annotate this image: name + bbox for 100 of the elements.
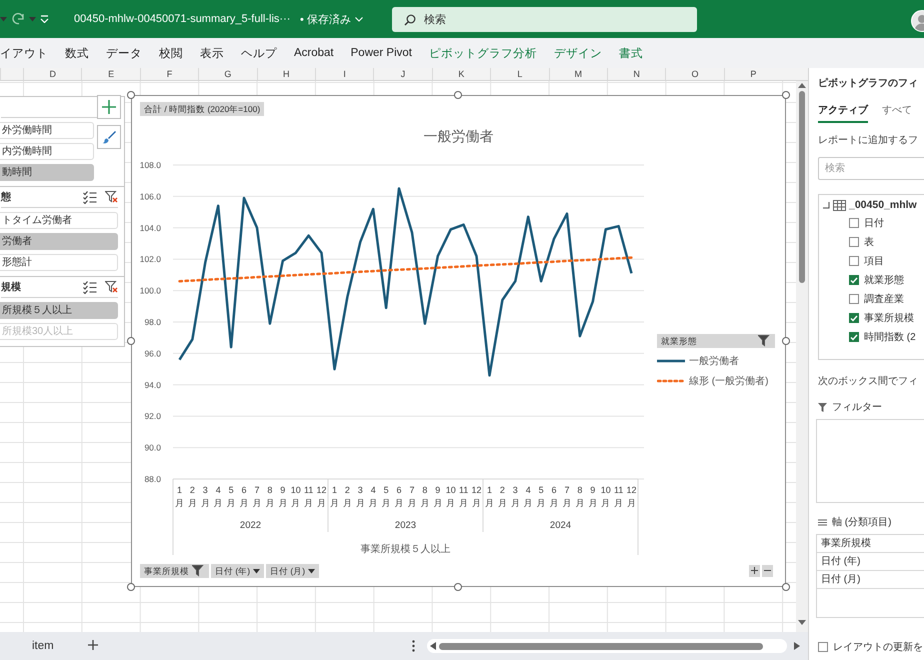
resize-handle[interactable]: [782, 91, 790, 99]
column-header[interactable]: I: [314, 68, 374, 80]
table-name[interactable]: _00450_mhlw: [849, 199, 917, 211]
legend-field-button[interactable]: 就業形態: [657, 334, 775, 348]
ribbon-tab[interactable]: ピボットグラフ分析: [429, 46, 537, 60]
column-header[interactable]: L: [490, 68, 549, 80]
slicer-item[interactable]: 労働者: [0, 233, 118, 250]
multi-select-icon[interactable]: [83, 280, 97, 294]
scroll-down-icon[interactable]: [798, 620, 806, 626]
ribbon-tab[interactable]: 校閲: [159, 46, 183, 60]
slicer-item[interactable]: 所規模５人以上: [0, 302, 118, 319]
x-axis-label: 2月: [342, 484, 353, 510]
vertical-scrollbar[interactable]: [799, 91, 805, 283]
ribbon-tab[interactable]: 書式: [619, 46, 643, 60]
ribbon-tab[interactable]: イアウト: [0, 46, 48, 60]
area-field[interactable]: 日付 (年): [817, 553, 924, 571]
caret-icon: [29, 16, 36, 22]
field-checkbox[interactable]: [849, 237, 859, 247]
plus-icon: [102, 100, 116, 114]
resize-handle[interactable]: [782, 337, 790, 345]
scroll-left-icon[interactable]: [430, 642, 436, 650]
year-label: 2022: [238, 520, 262, 531]
resize-handle[interactable]: [127, 91, 135, 99]
area-field[interactable]: 事業所規模: [817, 535, 924, 553]
slicer-item[interactable]: 外労働時間: [0, 122, 94, 139]
clear-filter-icon[interactable]: [105, 191, 118, 203]
axis-field-button[interactable]: 日付 (月): [266, 564, 320, 578]
ribbon-tab[interactable]: Power Pivot: [350, 47, 412, 59]
drop-area[interactable]: 事業所規模 日付 (年) 日付 (月): [816, 534, 924, 618]
x-axis-label: 9月: [587, 484, 598, 510]
slicer-item[interactable]: 内労働時間: [0, 143, 94, 160]
search-field[interactable]: 検索: [392, 7, 697, 32]
column-header[interactable]: M: [548, 68, 607, 80]
field-checkbox[interactable]: [849, 218, 859, 228]
drag-prompt: 次のボックス間でフィ: [818, 375, 919, 388]
column-header[interactable]: O: [665, 68, 724, 80]
chart-styles-button[interactable]: [97, 125, 121, 149]
search-icon: [404, 14, 416, 26]
pane-tab[interactable]: すべて: [882, 102, 912, 123]
ribbon-tab[interactable]: 表示: [200, 46, 224, 60]
sheet-tab[interactable]: item: [24, 636, 62, 656]
field-checkbox[interactable]: [849, 294, 859, 304]
axis-field-button[interactable]: 事業所規模: [140, 564, 209, 578]
field-label[interactable]: 時間指数 (2: [864, 330, 916, 344]
column-header[interactable]: P: [724, 68, 782, 80]
resize-handle[interactable]: [454, 583, 462, 591]
clear-filter-icon[interactable]: [105, 281, 118, 293]
slicer-item[interactable]: 動時間: [0, 164, 94, 181]
scroll-right-icon[interactable]: [794, 642, 800, 650]
ribbon-tab[interactable]: Acrobat: [294, 47, 334, 59]
resize-handle[interactable]: [782, 583, 790, 591]
pivot-chart[interactable]: [127, 91, 790, 591]
collapse-button[interactable]: [762, 565, 773, 577]
resize-handle[interactable]: [127, 337, 135, 345]
resize-handle[interactable]: [454, 91, 462, 99]
axis-field-button[interactable]: 日付 (年): [211, 564, 264, 578]
ribbon-tab[interactable]: デザイン: [554, 46, 602, 60]
field-checkbox[interactable]: [849, 256, 859, 266]
column-header[interactable]: E: [81, 68, 140, 80]
field-label[interactable]: 就業形態: [864, 273, 904, 287]
filter-icon[interactable]: [192, 565, 205, 577]
field-label[interactable]: 調査産業: [864, 292, 904, 306]
redo-icon[interactable]: [11, 13, 25, 25]
field-label[interactable]: 表: [864, 235, 874, 249]
pane-tab[interactable]: アクティブ: [818, 102, 868, 123]
expand-button[interactable]: [749, 565, 760, 577]
column-header[interactable]: H: [256, 68, 315, 80]
customize-icon[interactable]: [40, 15, 49, 23]
slicer-item[interactable]: 形態計: [0, 254, 118, 271]
expander-icon[interactable]: [823, 202, 830, 208]
column-header[interactable]: K: [432, 68, 490, 80]
column-header[interactable]: D: [23, 68, 82, 80]
column-header[interactable]: G: [198, 68, 257, 80]
field-label[interactable]: 事業所規模: [864, 311, 914, 325]
field-checkbox[interactable]: [849, 313, 859, 323]
area-field[interactable]: 日付 (月): [817, 571, 924, 589]
column-header[interactable]: J: [373, 68, 432, 80]
horizontal-scrollbar[interactable]: [439, 642, 763, 650]
field-label[interactable]: 項目: [864, 254, 884, 268]
multi-select-icon[interactable]: [83, 190, 97, 204]
column-header[interactable]: F: [140, 68, 198, 80]
ribbon-tab[interactable]: 数式: [65, 46, 89, 60]
ribbon-tab[interactable]: ヘルプ: [241, 46, 277, 60]
x-axis-label: 6月: [394, 484, 405, 510]
field-checkbox[interactable]: [849, 332, 859, 342]
ribbon-tab[interactable]: データ: [106, 46, 142, 60]
plus-icon: [751, 566, 758, 574]
value-field-button[interactable]: 合計 / 時間指数 (2020年=100): [140, 102, 264, 116]
save-status[interactable]: • 保存済み: [300, 12, 363, 26]
defer-label[interactable]: レイアウトの更新を: [833, 640, 923, 654]
resize-handle[interactable]: [127, 583, 135, 591]
field-checkbox[interactable]: [849, 275, 859, 285]
defer-checkbox[interactable]: [818, 642, 828, 652]
chart-elements-button[interactable]: [97, 95, 121, 119]
field-label[interactable]: 日付: [864, 216, 884, 230]
caret-icon: [0, 16, 7, 22]
more-icon[interactable]: [412, 640, 415, 652]
slicer-item[interactable]: トタイム労働者: [0, 212, 118, 229]
column-header[interactable]: N: [606, 68, 666, 80]
filter-icon[interactable]: [758, 335, 771, 347]
